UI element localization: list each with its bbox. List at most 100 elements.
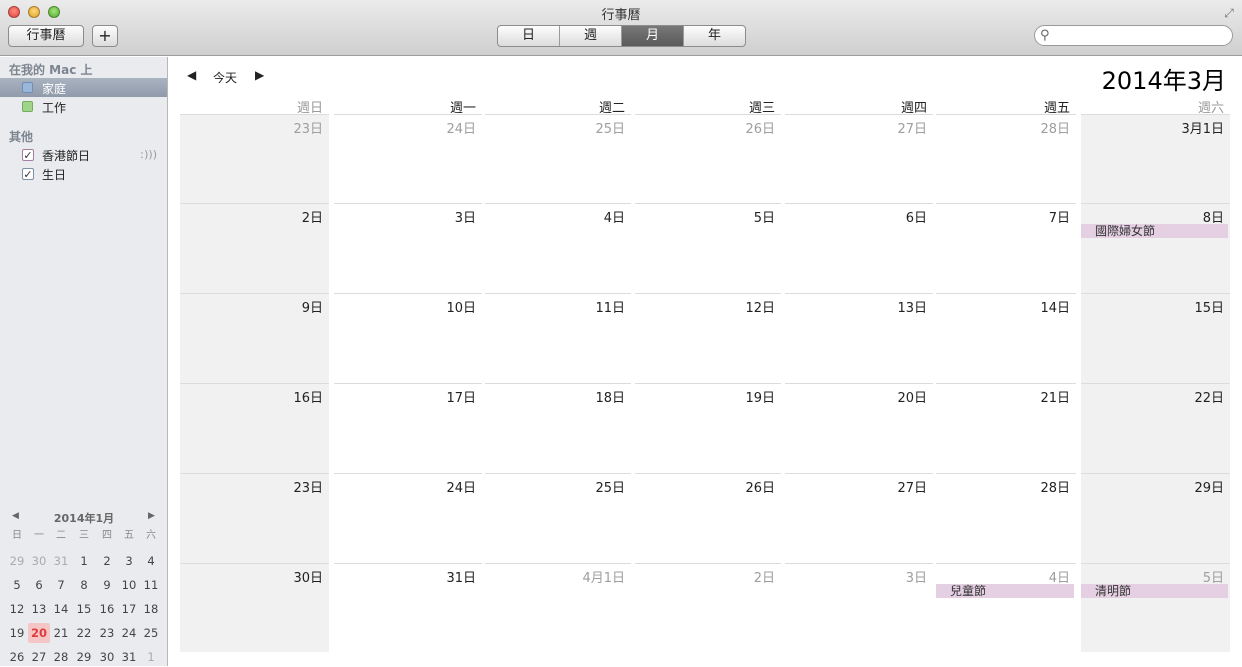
day-cell[interactable]: 21日 [936,383,1076,473]
day-cell[interactable]: 30日 [180,563,329,652]
mini-day[interactable]: 27 [28,647,50,667]
event-item[interactable]: 國際婦女節 [1081,224,1228,238]
day-cell[interactable]: 23日 [180,473,329,563]
day-cell[interactable]: 24日 [334,114,482,203]
mini-day[interactable]: 29 [73,647,95,667]
day-cell[interactable]: 4日 兒童節 [936,563,1076,652]
day-cell[interactable]: 19日 [635,383,781,473]
checkbox-checked-icon[interactable]: ✓ [22,168,34,180]
day-cell[interactable]: 25日 [485,114,631,203]
next-month-icon[interactable]: ▶ [255,68,264,82]
day-cell[interactable]: 27日 [785,114,933,203]
day-cell[interactable]: 23日 [180,114,329,203]
event-item[interactable]: 清明節 [1081,584,1228,598]
add-event-button[interactable]: + [92,25,118,47]
mini-day[interactable]: 28 [50,647,72,667]
mini-day[interactable]: 11 [140,575,162,595]
prev-month-icon[interactable]: ◀ [187,68,196,82]
calendar-item-birthdays[interactable]: ✓ 生日 [0,164,167,183]
day-cell[interactable]: 4月1日 [485,563,631,652]
mini-day[interactable]: 19 [6,623,28,643]
mini-day[interactable]: 31 [118,647,140,667]
mini-day[interactable]: 9 [96,575,118,595]
mini-day[interactable]: 26 [6,647,28,667]
mini-day[interactable]: 24 [118,623,140,643]
day-cell[interactable]: 26日 [635,114,781,203]
mini-day[interactable]: 3 [118,551,140,571]
day-cell[interactable]: 7日 [936,203,1076,293]
today-button[interactable]: 今天 [213,69,237,86]
search-field[interactable]: ⚲ [1034,25,1233,46]
mini-day[interactable]: 4 [140,551,162,571]
mini-day[interactable]: 1 [140,647,162,667]
day-cell[interactable]: 3日 [785,563,933,652]
day-cell[interactable]: 2日 [180,203,329,293]
day-cell[interactable]: 24日 [334,473,482,563]
mini-next-month-icon[interactable]: ▶ [148,511,155,521]
calendar-color-swatch[interactable] [22,82,33,93]
day-cell[interactable]: 8日 國際婦女節 [1081,203,1230,293]
view-month-tab[interactable]: 月 [622,26,684,46]
mini-day[interactable]: 5 [6,575,28,595]
view-week-tab[interactable]: 週 [560,26,622,46]
mini-day[interactable]: 8 [73,575,95,595]
day-cell[interactable]: 5日 [635,203,781,293]
day-cell[interactable]: 3日 [334,203,482,293]
day-cell[interactable]: 31日 [334,563,482,652]
mini-day[interactable]: 22 [73,623,95,643]
day-cell[interactable]: 3月1日 [1081,114,1230,203]
day-cell[interactable]: 27日 [785,473,933,563]
day-cell[interactable]: 25日 [485,473,631,563]
day-cell[interactable]: 22日 [1081,383,1230,473]
mini-day[interactable]: 6 [28,575,50,595]
day-cell[interactable]: 13日 [785,293,933,383]
mini-day[interactable]: 18 [140,599,162,619]
day-cell[interactable]: 4日 [485,203,631,293]
checkbox-checked-icon[interactable]: ✓ [22,149,34,161]
mini-day[interactable]: 25 [140,623,162,643]
day-cell[interactable]: 16日 [180,383,329,473]
search-input[interactable] [1057,28,1227,43]
event-item[interactable]: 兒童節 [936,584,1074,598]
mini-day-today[interactable]: 20 [28,623,50,643]
view-day-tab[interactable]: 日 [498,26,560,46]
mini-day[interactable]: 2 [96,551,118,571]
day-cell[interactable]: 9日 [180,293,329,383]
mini-day[interactable]: 10 [118,575,140,595]
day-cell[interactable]: 5日 清明節 [1081,563,1230,652]
calendar-color-swatch[interactable] [22,101,33,112]
day-cell[interactable]: 15日 [1081,293,1230,383]
calendar-item-work[interactable]: 工作 [0,97,167,116]
calendar-item-family[interactable]: 家庭 [0,78,167,97]
day-cell[interactable]: 11日 [485,293,631,383]
mini-day[interactable]: 30 [96,647,118,667]
day-cell[interactable]: 18日 [485,383,631,473]
day-cell[interactable]: 12日 [635,293,781,383]
day-cell[interactable]: 2日 [635,563,781,652]
mini-day[interactable]: 23 [96,623,118,643]
mini-day[interactable]: 1 [73,551,95,571]
day-cell[interactable]: 10日 [334,293,482,383]
mini-day[interactable]: 17 [118,599,140,619]
day-cell[interactable]: 6日 [785,203,933,293]
calendars-button[interactable]: 行事曆 [8,25,84,47]
mini-day[interactable]: 16 [96,599,118,619]
mini-day[interactable]: 13 [28,599,50,619]
mini-day[interactable]: 7 [50,575,72,595]
day-cell[interactable]: 20日 [785,383,933,473]
day-cell[interactable]: 28日 [936,473,1076,563]
mini-day[interactable]: 14 [50,599,72,619]
mini-day[interactable]: 29 [6,551,28,571]
day-cell[interactable]: 17日 [334,383,482,473]
fullscreen-icon[interactable]: ⤢ [1222,6,1236,20]
mini-day[interactable]: 12 [6,599,28,619]
calendar-item-hk-holidays[interactable]: ✓ 香港節日 ː))) [0,145,167,164]
mini-day[interactable]: 30 [28,551,50,571]
view-year-tab[interactable]: 年 [684,26,745,46]
mini-day[interactable]: 21 [50,623,72,643]
mini-day[interactable]: 15 [73,599,95,619]
mini-day[interactable]: 31 [50,551,72,571]
day-cell[interactable]: 26日 [635,473,781,563]
day-cell[interactable]: 29日 [1081,473,1230,563]
day-cell[interactable]: 28日 [936,114,1076,203]
